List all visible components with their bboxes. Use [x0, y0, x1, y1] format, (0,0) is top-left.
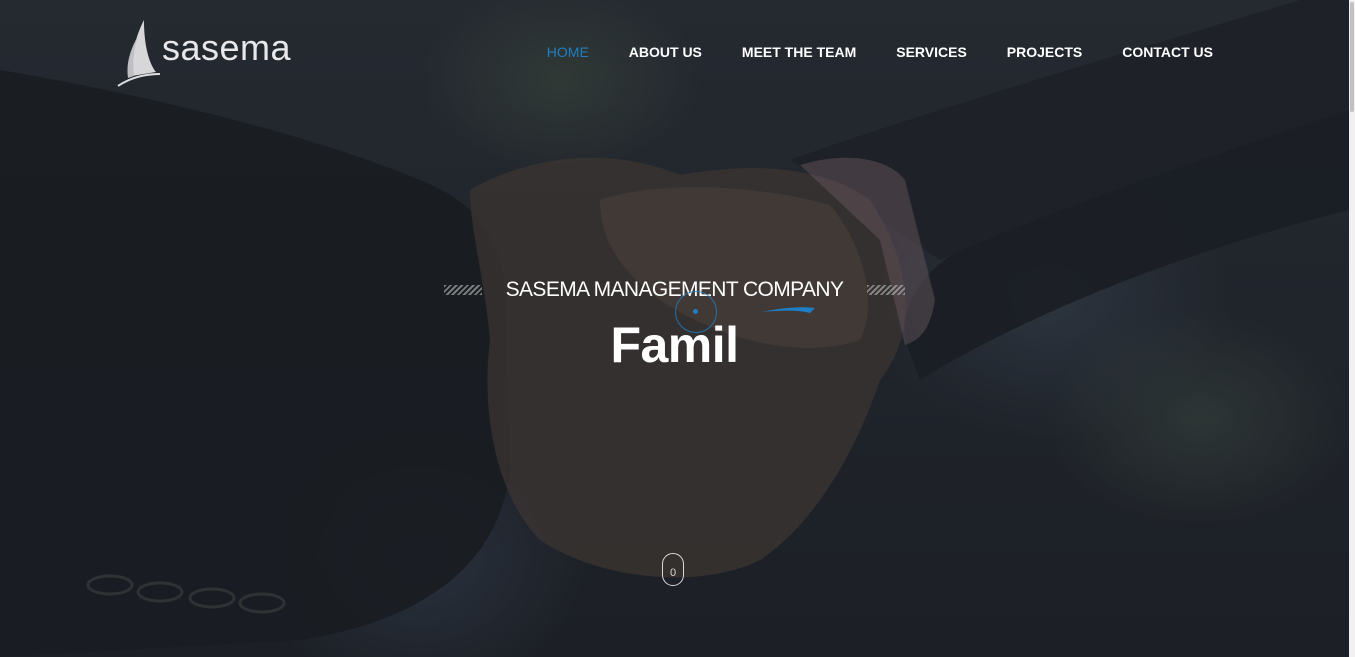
left-hatch-divider	[443, 285, 482, 295]
scrollbar-thumb[interactable]	[1350, 2, 1354, 112]
mouse-scroll-icon[interactable]: 0	[662, 553, 684, 586]
nav-about-us[interactable]: ABOUT US	[629, 44, 702, 60]
nav-services[interactable]: SERVICES	[896, 44, 967, 60]
hero-tagline: SASEMA MANAGEMENT COMPANY	[505, 278, 844, 301]
nav-contact-us[interactable]: CONTACT US	[1122, 44, 1213, 60]
hero-tagline-row: SASEMA MANAGEMENT COMPANY	[0, 277, 1349, 303]
right-hatch-divider	[867, 285, 906, 295]
spinner-dot	[693, 309, 698, 314]
scroll-indicator-text: 0	[669, 567, 677, 579]
main-navigation: HOME ABOUT US MEET THE TEAM SERVICES PRO…	[507, 44, 1213, 60]
hero-headline: Famil	[610, 317, 739, 373]
nav-projects[interactable]: PROJECTS	[1007, 44, 1082, 60]
sail-logo-icon	[117, 20, 160, 87]
nav-home[interactable]: HOME	[547, 44, 589, 60]
nav-meet-the-team[interactable]: MEET THE TEAM	[742, 44, 856, 60]
brand-logo[interactable]: sasema	[116, 18, 291, 90]
brand-wordmark: sasema	[161, 27, 291, 68]
page-scrollbar[interactable]	[1349, 0, 1355, 657]
